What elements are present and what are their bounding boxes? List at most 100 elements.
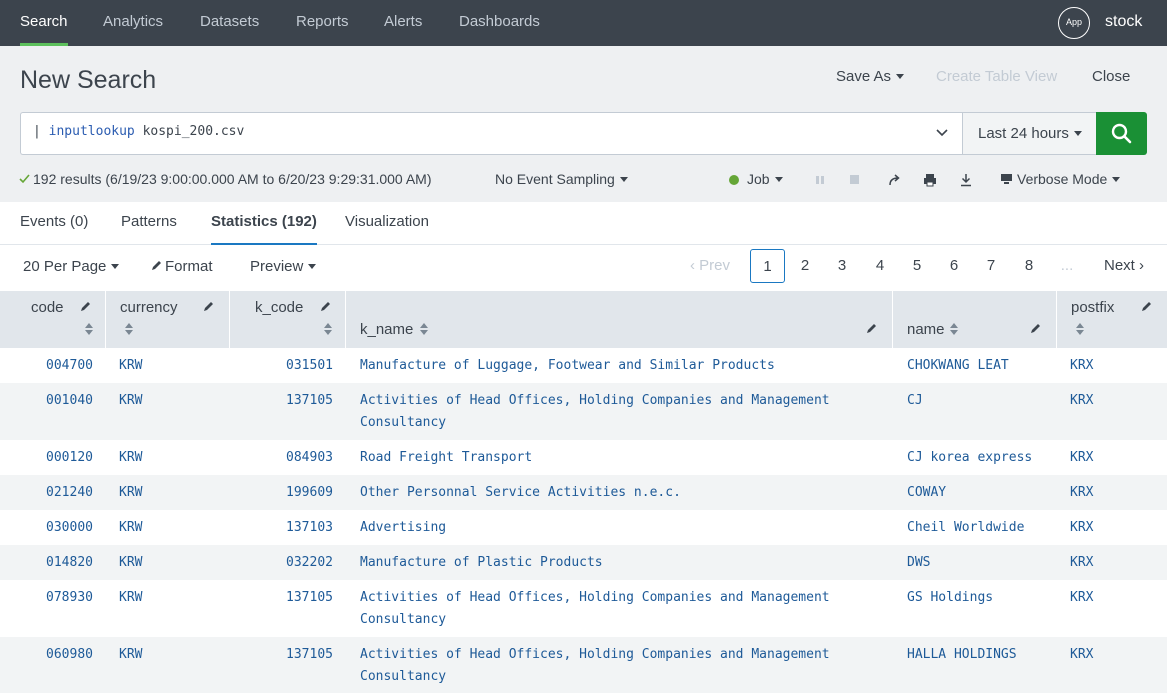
- app-name[interactable]: stock: [1105, 0, 1142, 44]
- cell-postfix[interactable]: KRX: [1070, 390, 1093, 412]
- sort-icon[interactable]: [420, 323, 428, 335]
- cell-code[interactable]: 014820: [0, 552, 93, 574]
- cell-k-code[interactable]: 137105: [230, 587, 333, 609]
- page-7[interactable]: 7: [976, 249, 1006, 283]
- nav-reports[interactable]: Reports: [296, 0, 349, 46]
- search-button[interactable]: [1096, 112, 1147, 155]
- time-range-picker[interactable]: Last 24 hours: [962, 112, 1097, 155]
- table-row[interactable]: 021240 KRW 199609 COWAY KRX Other Personnal S…: [0, 475, 1167, 510]
- cell-currency[interactable]: KRW: [119, 355, 142, 377]
- nav-dashboards[interactable]: Dashboards: [459, 0, 540, 46]
- cell-k-name[interactable]: Advertising: [360, 517, 446, 539]
- search-input[interactable]: | inputlookup kospi_200.csv: [20, 112, 962, 155]
- save-as-button[interactable]: Save As: [836, 68, 905, 85]
- cell-name[interactable]: Cheil Worldwide: [907, 517, 1024, 539]
- cell-k-name[interactable]: Other Personnal Service Activities n.e.c…: [360, 482, 681, 504]
- cell-k-code[interactable]: 137103: [230, 517, 333, 539]
- cell-code[interactable]: 078930: [0, 587, 93, 609]
- table-row[interactable]: 014820 KRW 032202 DWS KRX Manufacture of Plas…: [0, 545, 1167, 580]
- page-2[interactable]: 2: [790, 249, 820, 283]
- tab-patterns[interactable]: Patterns: [121, 202, 177, 245]
- nav-alerts[interactable]: Alerts: [384, 0, 422, 46]
- next-page-button[interactable]: Next ›: [1096, 249, 1152, 283]
- preview-dropdown[interactable]: Preview: [250, 258, 317, 275]
- cell-k-code[interactable]: 031501: [230, 355, 333, 377]
- page-4[interactable]: 4: [865, 249, 895, 283]
- cell-currency[interactable]: KRW: [119, 447, 142, 469]
- cell-code[interactable]: 030000: [0, 517, 93, 539]
- sort-icon[interactable]: [950, 323, 958, 335]
- cell-code[interactable]: 060980: [0, 644, 93, 666]
- cell-currency[interactable]: KRW: [119, 517, 142, 539]
- table-row[interactable]: 030000 KRW 137103 Cheil Worldwide KRX Adverti…: [0, 510, 1167, 545]
- pencil-icon[interactable]: [320, 300, 332, 312]
- nav-search[interactable]: Search: [20, 0, 68, 46]
- cell-postfix[interactable]: KRX: [1070, 552, 1093, 574]
- cell-postfix[interactable]: KRX: [1070, 447, 1093, 469]
- cell-k-code[interactable]: 032202: [230, 552, 333, 574]
- column-header-currency[interactable]: currency: [106, 291, 230, 348]
- page-6[interactable]: 6: [939, 249, 969, 283]
- table-row[interactable]: 000120 KRW 084903 CJ korea express KRX Road F…: [0, 440, 1167, 475]
- cell-name[interactable]: CJ korea express: [907, 447, 1032, 469]
- pencil-icon[interactable]: [203, 300, 215, 312]
- app-badge[interactable]: App: [1058, 7, 1090, 39]
- cell-k-code[interactable]: 137105: [230, 644, 333, 666]
- nav-analytics[interactable]: Analytics: [103, 0, 163, 46]
- stop-icon[interactable]: [847, 172, 863, 188]
- cell-code[interactable]: 021240: [0, 482, 93, 504]
- cell-k-name[interactable]: Consultancy: [360, 666, 446, 688]
- tab-events[interactable]: Events (0): [20, 202, 88, 245]
- cell-postfix[interactable]: KRX: [1070, 482, 1093, 504]
- cell-k-name[interactable]: Manufacture of Plastic Products: [360, 552, 603, 574]
- cell-k-name[interactable]: Activities of Head Offices, Holding Comp…: [360, 644, 830, 666]
- cell-currency[interactable]: KRW: [119, 552, 142, 574]
- search-mode-dropdown[interactable]: Verbose Mode: [1000, 171, 1121, 187]
- sort-icon[interactable]: [85, 323, 93, 335]
- cell-k-name[interactable]: Consultancy: [360, 412, 446, 434]
- cell-k-code[interactable]: 199609: [230, 482, 333, 504]
- page-8[interactable]: 8: [1014, 249, 1044, 283]
- pencil-icon[interactable]: [1141, 300, 1153, 312]
- cell-name[interactable]: GS Holdings: [907, 587, 993, 609]
- print-icon[interactable]: [922, 172, 938, 188]
- cell-k-code[interactable]: 137105: [230, 390, 333, 412]
- create-table-view-button[interactable]: Create Table View: [936, 68, 1057, 85]
- format-button[interactable]: Format: [151, 258, 213, 275]
- cell-postfix[interactable]: KRX: [1070, 355, 1093, 377]
- close-button[interactable]: Close: [1092, 68, 1130, 85]
- cell-code[interactable]: 001040: [0, 390, 93, 412]
- table-row[interactable]: 078930 KRW 137105 GS Holdings KRX Activities …: [0, 580, 1167, 637]
- cell-postfix[interactable]: KRX: [1070, 644, 1093, 666]
- nav-datasets[interactable]: Datasets: [200, 0, 259, 46]
- cell-postfix[interactable]: KRX: [1070, 587, 1093, 609]
- tab-visualization[interactable]: Visualization: [345, 202, 429, 245]
- pencil-icon[interactable]: [80, 300, 92, 312]
- cell-code[interactable]: 004700: [0, 355, 93, 377]
- cell-name[interactable]: CHOKWANG LEAT: [907, 355, 1009, 377]
- pencil-icon[interactable]: [1030, 322, 1042, 334]
- column-header-postfix[interactable]: postfix: [1057, 291, 1167, 348]
- page-1[interactable]: 1: [750, 249, 785, 283]
- cell-name[interactable]: HALLA HOLDINGS: [907, 644, 1017, 666]
- column-header-k-code[interactable]: k_code: [230, 291, 346, 348]
- cell-postfix[interactable]: KRX: [1070, 517, 1093, 539]
- cell-k-name[interactable]: Consultancy: [360, 609, 446, 631]
- pause-icon[interactable]: [812, 172, 828, 188]
- cell-k-name[interactable]: Manufacture of Luggage, Footwear and Sim…: [360, 355, 775, 377]
- sort-icon[interactable]: [1076, 323, 1084, 335]
- page-3[interactable]: 3: [827, 249, 857, 283]
- search-query[interactable]: | inputlookup kospi_200.csv: [33, 124, 244, 139]
- tab-statistics[interactable]: Statistics (192): [211, 202, 317, 246]
- table-row[interactable]: 001040 KRW 137105 CJ KRX Activities of Head O…: [0, 383, 1167, 440]
- sort-icon[interactable]: [324, 323, 332, 335]
- cell-k-name[interactable]: Activities of Head Offices, Holding Comp…: [360, 587, 830, 609]
- page-5[interactable]: 5: [902, 249, 932, 283]
- event-sampling-dropdown[interactable]: No Event Sampling: [495, 171, 628, 187]
- share-icon[interactable]: [887, 172, 903, 188]
- cell-currency[interactable]: KRW: [119, 644, 142, 666]
- cell-currency[interactable]: KRW: [119, 587, 142, 609]
- cell-name[interactable]: CJ: [907, 390, 923, 412]
- column-header-name[interactable]: name: [893, 291, 1057, 348]
- cell-name[interactable]: COWAY: [907, 482, 946, 504]
